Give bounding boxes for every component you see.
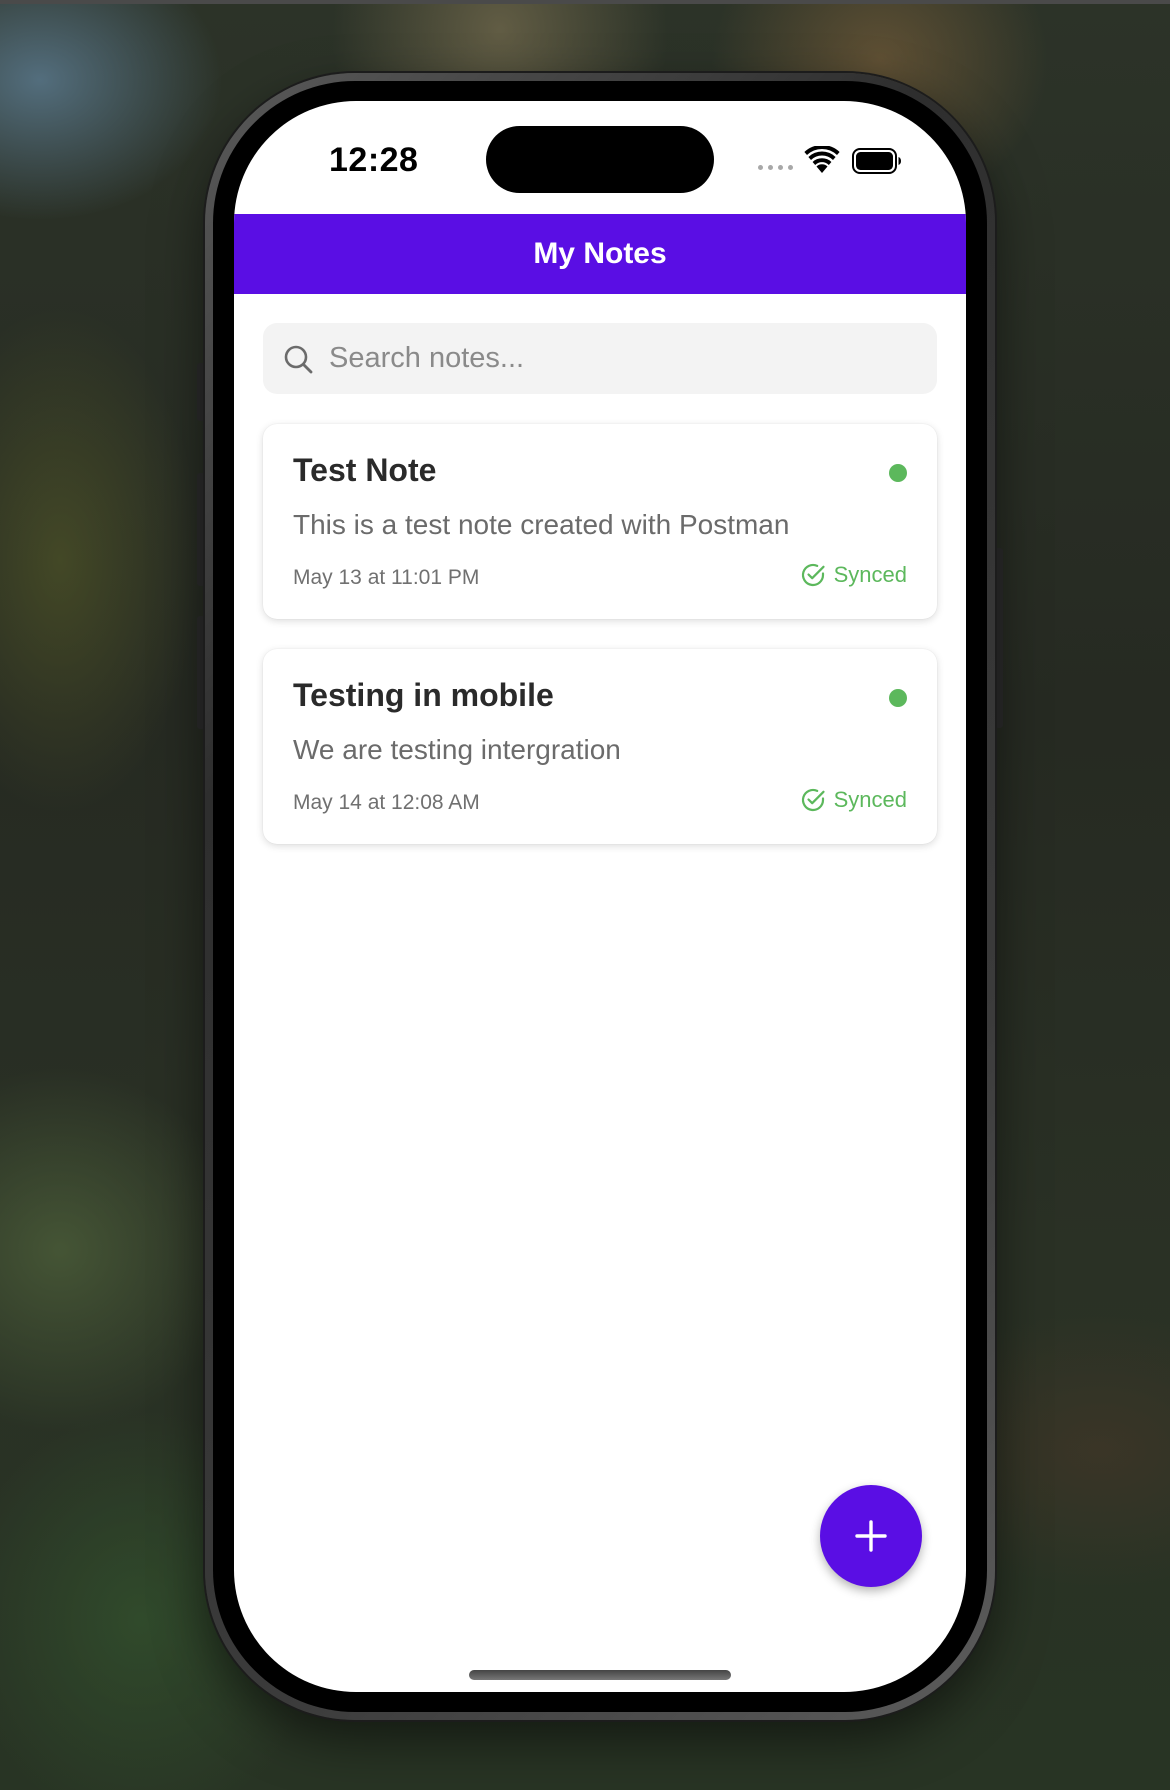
phone-volume-down-button: [197, 616, 205, 729]
note-date: May 14 at 12:08 AM: [293, 791, 480, 814]
battery-icon: [852, 148, 902, 179]
search-bar[interactable]: [263, 323, 937, 394]
window-top-edge: [0, 0, 1170, 4]
add-note-button[interactable]: [820, 1485, 922, 1587]
app-header: My Notes: [234, 214, 966, 294]
status-time: 12:28: [329, 141, 419, 179]
sync-label: Synced: [833, 562, 907, 587]
plus-icon: [854, 1519, 888, 1553]
check-circle-icon: [800, 787, 826, 813]
status-bar: 12:28: [234, 101, 966, 213]
note-card[interactable]: Testing in mobile We are testing intergr…: [263, 649, 937, 844]
phone-action-button: [197, 363, 205, 421]
sync-status: Synced: [800, 787, 907, 813]
note-card[interactable]: Test Note This is a test note created wi…: [263, 424, 937, 619]
check-circle-icon: [800, 562, 826, 588]
phone-screen: 12:28 My Notes Search notes... Test Note…: [234, 101, 966, 1692]
search-icon: [283, 344, 313, 374]
sync-status: Synced: [800, 562, 907, 588]
sync-label: Synced: [833, 787, 907, 812]
phone-power-button: [995, 548, 1003, 728]
search-input[interactable]: [329, 342, 889, 375]
note-date: May 13 at 11:01 PM: [293, 566, 480, 589]
note-status-dot: [889, 464, 907, 482]
dynamic-island: [486, 126, 714, 193]
note-status-dot: [889, 689, 907, 707]
wifi-icon: [804, 144, 840, 179]
phone-volume-up-button: [197, 473, 205, 586]
home-indicator[interactable]: [469, 1670, 731, 1680]
note-preview: This is a test note created with Postman: [293, 509, 790, 540]
note-title: Test Note: [293, 452, 437, 488]
page-title: My Notes: [533, 237, 667, 270]
note-preview: We are testing intergration: [293, 734, 621, 765]
cellular-signal-icon: [758, 165, 793, 170]
note-title: Testing in mobile: [293, 677, 554, 713]
